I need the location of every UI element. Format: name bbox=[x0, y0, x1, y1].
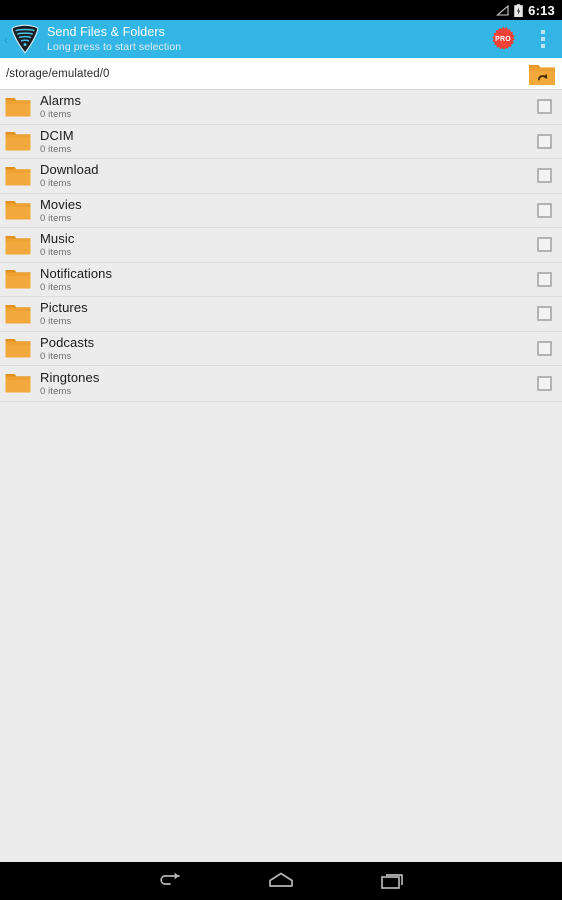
file-list-row-texts: Movies 0 items bbox=[40, 198, 537, 224]
file-select-checkbox[interactable] bbox=[537, 168, 552, 184]
app-bar-titles: Send Files & Folders Long press to start… bbox=[47, 26, 181, 52]
overflow-dot bbox=[541, 30, 545, 34]
file-list-row-texts: Pictures 0 items bbox=[40, 301, 537, 327]
file-info: 0 items bbox=[40, 316, 72, 327]
file-list-row-texts: DCIM 0 items bbox=[40, 129, 537, 155]
file-list-row[interactable]: Ringtones 0 items bbox=[0, 366, 562, 401]
file-select-checkbox[interactable] bbox=[537, 375, 552, 391]
back-arrow-icon bbox=[160, 872, 180, 885]
app-screen: 6:13 ‹ Send Files & Folders Long press t… bbox=[0, 0, 562, 900]
page-title: Send Files & Folders bbox=[47, 25, 166, 39]
file-name: DCIM bbox=[40, 127, 74, 143]
folder-icon bbox=[5, 339, 31, 358]
folder-icon bbox=[5, 270, 31, 289]
status-bar: 6:13 bbox=[0, 0, 562, 20]
file-name: Movies bbox=[40, 196, 82, 212]
folder-icon bbox=[5, 166, 31, 186]
file-name: Alarms bbox=[40, 93, 82, 108]
file-info: 0 items bbox=[40, 109, 72, 120]
nav-home-button[interactable] bbox=[225, 862, 337, 900]
folder-up-icon[interactable] bbox=[528, 61, 556, 86]
file-list-row[interactable]: Notifications 0 items bbox=[0, 263, 562, 297]
folder-icon bbox=[5, 235, 31, 255]
file-list-row-texts: Notifications 0 items bbox=[40, 267, 537, 293]
pro-badge[interactable]: PRO bbox=[490, 26, 516, 52]
overflow-menu-icon[interactable] bbox=[530, 24, 556, 54]
file-select-checkbox[interactable] bbox=[537, 271, 552, 287]
folder-icon bbox=[5, 304, 31, 324]
file-select-checkbox[interactable] bbox=[537, 202, 552, 218]
signal-triangle-icon bbox=[496, 4, 509, 16]
pro-badge-label: PRO bbox=[495, 35, 511, 43]
file-info: 0 items bbox=[40, 281, 72, 293]
path-bar: /storage/emulated/0 bbox=[0, 58, 562, 90]
file-select-checkbox[interactable] bbox=[537, 99, 552, 115]
file-list-row[interactable]: Podcasts 0 items bbox=[0, 332, 562, 366]
file-list-row-texts: Alarms 0 items bbox=[40, 94, 537, 120]
recents-icon bbox=[381, 874, 403, 889]
file-name: Music bbox=[40, 231, 75, 246]
superbeam-shield-wifi-logo[interactable] bbox=[11, 24, 39, 54]
file-info: 0 items bbox=[40, 212, 72, 224]
folder-icon bbox=[5, 97, 31, 117]
file-list-row-texts: Music 0 items bbox=[40, 232, 537, 258]
nav-back-button[interactable] bbox=[113, 862, 225, 900]
file-select-checkbox[interactable] bbox=[537, 133, 552, 149]
file-info: 0 items bbox=[40, 350, 72, 362]
file-list-row-texts: Ringtones 0 items bbox=[40, 371, 537, 397]
file-name: Notifications bbox=[40, 265, 113, 281]
file-info: 0 items bbox=[40, 385, 72, 397]
file-info: 0 items bbox=[40, 143, 72, 155]
file-info: 0 items bbox=[40, 178, 72, 189]
file-name: Ringtones bbox=[40, 369, 100, 385]
file-info: 0 items bbox=[40, 247, 72, 258]
file-select-checkbox[interactable] bbox=[537, 237, 552, 253]
home-icon bbox=[269, 872, 293, 887]
file-list-row[interactable]: Alarms 0 items bbox=[0, 90, 562, 125]
page-subtitle: Long press to start selection bbox=[47, 40, 182, 53]
file-select-checkbox[interactable] bbox=[537, 306, 552, 322]
back-chevron-icon[interactable]: ‹ bbox=[1, 33, 11, 46]
file-list-row-texts: Podcasts 0 items bbox=[40, 336, 537, 362]
battery-icon bbox=[514, 3, 523, 17]
file-name: Podcasts bbox=[40, 334, 95, 350]
android-nav-bar bbox=[0, 862, 562, 900]
folder-icon bbox=[5, 374, 31, 393]
file-list-row[interactable]: Pictures 0 items bbox=[0, 297, 562, 332]
file-list-row[interactable]: Music 0 items bbox=[0, 228, 562, 263]
overflow-dot bbox=[541, 37, 545, 41]
file-name: Pictures bbox=[40, 300, 88, 315]
status-bar-clock: 6:13 bbox=[528, 2, 555, 18]
app-bar: ‹ Send Files & Folders Long press to sta… bbox=[0, 20, 562, 58]
nav-recents-button[interactable] bbox=[337, 862, 449, 900]
folder-icon bbox=[5, 132, 31, 151]
app-bar-actions: PRO bbox=[490, 24, 562, 54]
overflow-dot bbox=[541, 44, 545, 48]
file-list: Alarms 0 items DCIM 0 items Download 0 items M… bbox=[0, 90, 562, 402]
file-select-checkbox[interactable] bbox=[537, 340, 552, 356]
file-list-row[interactable]: DCIM 0 items bbox=[0, 125, 562, 159]
folder-icon bbox=[5, 201, 31, 220]
file-list-row[interactable]: Movies 0 items bbox=[0, 194, 562, 228]
file-name: Download bbox=[40, 162, 99, 177]
current-path: /storage/emulated/0 bbox=[6, 67, 110, 80]
file-list-row[interactable]: Download 0 items bbox=[0, 159, 562, 194]
file-list-row-texts: Download 0 items bbox=[40, 163, 537, 189]
